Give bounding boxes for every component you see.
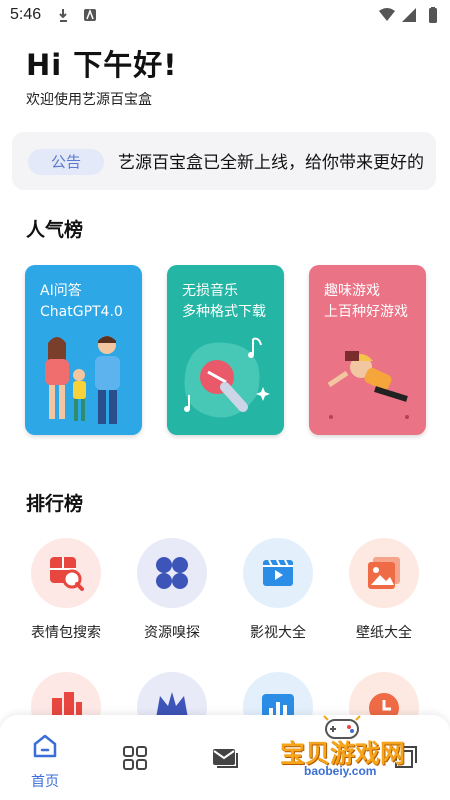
card-games-title: 趣味游戏 — [324, 283, 380, 299]
family-illustration-icon — [45, 336, 120, 424]
mail-icon — [213, 749, 238, 768]
home-icon — [33, 734, 57, 758]
nav-messages[interactable] — [195, 733, 255, 775]
card-games-text: 趣味游戏 上百种好游戏 — [324, 281, 416, 323]
card-ai-subtitle: ChatGPT4.0 — [40, 304, 123, 320]
clover-icon — [156, 557, 188, 589]
microphone-illustration-icon — [184, 337, 270, 418]
card-fun-games[interactable]: 趣味游戏 上百种好游戏 — [309, 265, 426, 435]
wallpaper-icon-bg — [349, 538, 419, 608]
card-music-subtitle: 多种格式下载 — [182, 304, 266, 320]
nav-apps[interactable] — [105, 733, 165, 775]
video-icon — [263, 559, 293, 586]
system-icons — [378, 7, 440, 29]
watermark: 宝贝游戏网 baobeiy.com — [270, 712, 420, 786]
video-icon-bg — [243, 538, 313, 608]
download-icon — [59, 8, 96, 22]
card-ai-title: AI问答 — [40, 283, 82, 299]
announcement-text: 艺源百宝盒已全新上线，给你带来更好的 — [118, 153, 424, 173]
nav-home-label: 首页 — [31, 774, 59, 790]
status-time: 5:46 — [10, 6, 42, 23]
grid-label-movies: 影视大全 — [250, 625, 306, 641]
announcement-tag: 公告 — [28, 149, 104, 175]
emoji-search-icon-bg — [31, 538, 101, 608]
page-title: Hi 下午好! — [26, 48, 178, 82]
watermark-url: baobeiy.com — [304, 764, 377, 778]
grid-apps-icon — [123, 746, 147, 770]
card-games-subtitle: 上百种好游戏 — [324, 304, 408, 320]
card-ai-chat[interactable]: AI问答 ChatGPT4.0 — [25, 265, 142, 435]
section-title-popular: 人气榜 — [26, 219, 84, 241]
card-lossless-music[interactable]: 无损音乐 多种格式下载 — [167, 265, 284, 435]
page-subtitle: 欢迎使用艺源百宝盒 — [26, 92, 152, 108]
grid-item-resource-sniff[interactable]: 资源嗅探 — [119, 538, 225, 642]
status-bar: 5:46 — [0, 0, 450, 32]
announcement-bar[interactable]: 公告 艺源百宝盒已全新上线，给你带来更好的 — [12, 132, 436, 190]
section-title-ranking: 排行榜 — [26, 493, 84, 515]
grid-label-resource-sniff: 资源嗅探 — [144, 625, 200, 641]
wifi-signal-battery-icon — [379, 7, 437, 23]
grid-item-movies[interactable]: 影视大全 — [225, 538, 331, 642]
card-music-title: 无损音乐 — [182, 283, 238, 299]
grid-item-emoji-search[interactable]: 表情包搜索 — [13, 538, 119, 642]
emoji-search-icon — [50, 557, 84, 591]
grid-label-wallpaper: 壁纸大全 — [356, 625, 412, 641]
card-ai-text: AI问答 ChatGPT4.0 — [40, 281, 123, 323]
grid-item-wallpaper[interactable]: 壁纸大全 — [331, 538, 437, 642]
wallpaper-icon — [368, 557, 400, 589]
card-music-text: 无损音乐 多种格式下载 — [182, 281, 274, 323]
grid-label-emoji-search: 表情包搜索 — [31, 625, 101, 641]
relaxing-person-illustration-icon — [327, 351, 409, 419]
nav-home[interactable]: 首页 — [15, 733, 75, 791]
notification-icons — [58, 8, 98, 28]
clover-icon-bg — [137, 538, 207, 608]
